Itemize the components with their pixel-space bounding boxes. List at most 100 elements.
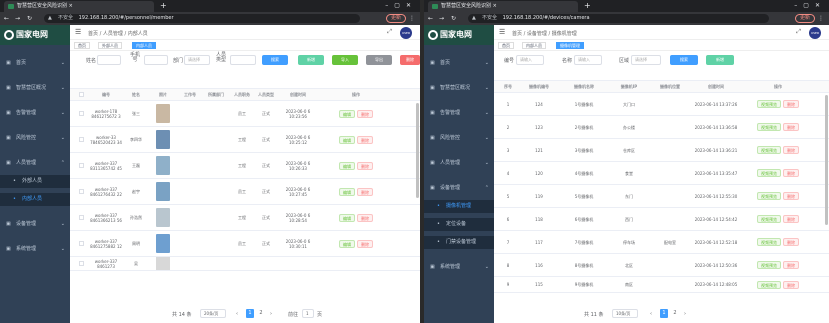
row-delete-button[interactable]: 删除 xyxy=(783,215,799,223)
export-button[interactable]: 导出 xyxy=(366,55,392,65)
hamburger-icon[interactable]: ☰ xyxy=(75,28,81,36)
checkbox[interactable] xyxy=(78,261,84,266)
row-delete-button[interactable]: 删除 xyxy=(783,123,799,131)
name-input[interactable]: 请输入 xyxy=(574,55,602,65)
sidebar-item[interactable]: ▣ 智慧营区概况 ⌄ xyxy=(0,82,70,95)
edit-button[interactable]: 编辑 xyxy=(339,161,355,170)
row-delete-button[interactable]: 删除 xyxy=(783,280,799,289)
sidebar-item[interactable]: ▣ 系统管理 ⌄ xyxy=(424,261,494,274)
sidebar-item[interactable]: • 门禁设备管理 xyxy=(424,236,494,249)
sidebar-item[interactable]: ▣ 人员管理 ⌄ xyxy=(424,157,494,170)
avatar[interactable]: USER xyxy=(400,27,412,39)
video-preview-button[interactable]: 视频预览 xyxy=(757,261,781,269)
sidebar-item[interactable]: ▣ 设备管理 ⌄ xyxy=(0,218,70,231)
sidebar-item[interactable]: ▣ 智慧营区概况 ⌄ xyxy=(424,82,494,95)
sidebar-item[interactable]: • 摄像机管理 xyxy=(424,200,494,213)
edit-button[interactable]: 编辑 xyxy=(339,213,355,222)
page-size-select[interactable]: 10条/页 xyxy=(612,309,638,318)
fullscreen-icon[interactable]: ⤢ xyxy=(387,28,392,36)
row-delete-button[interactable]: 删除 xyxy=(783,100,799,108)
tag-item[interactable]: 内部人员 xyxy=(522,42,546,49)
next-page-icon[interactable]: › xyxy=(270,311,272,317)
search-button[interactable]: 搜索 xyxy=(670,55,698,65)
sidebar-item[interactable]: • 外部人员 xyxy=(0,175,70,188)
tag-item[interactable]: 内部人员 xyxy=(132,42,156,49)
sidebar-item[interactable]: • 内部人员 xyxy=(0,193,70,206)
avatar[interactable]: USER xyxy=(809,27,821,39)
prev-page-icon[interactable]: ‹ xyxy=(650,311,652,317)
back-icon[interactable]: ← xyxy=(428,12,433,25)
reload-icon[interactable]: ↻ xyxy=(451,12,456,25)
row-delete-button[interactable]: 删除 xyxy=(783,261,799,269)
video-preview-button[interactable]: 视频预览 xyxy=(757,146,781,154)
fullscreen-icon[interactable]: ⤢ xyxy=(796,28,801,36)
edit-button[interactable]: 编辑 xyxy=(339,239,355,248)
reload-icon[interactable]: ↻ xyxy=(27,12,32,25)
row-delete-button[interactable]: 删除 xyxy=(357,135,373,144)
url-bar[interactable]: ▲ 不安全 192.168.18.200/#/personnel/member xyxy=(44,14,360,23)
video-preview-button[interactable]: 视频预览 xyxy=(757,238,781,246)
update-button[interactable]: 更新 xyxy=(794,14,815,23)
checkbox[interactable] xyxy=(78,92,84,97)
goto-input[interactable]: 1 xyxy=(302,309,314,318)
checkbox[interactable] xyxy=(78,189,84,194)
checkbox[interactable] xyxy=(78,137,84,142)
row-delete-button[interactable]: 删除 xyxy=(783,146,799,154)
dept-select[interactable]: 请选择 xyxy=(184,55,210,65)
url-bar[interactable]: ▲ 不安全 192.168.18.200/#/devices/camera xyxy=(468,14,769,23)
video-preview-button[interactable]: 视频预览 xyxy=(757,215,781,223)
more-menu-icon[interactable]: ⋮ xyxy=(409,12,415,25)
new-tab-icon[interactable]: + xyxy=(584,0,591,12)
video-preview-button[interactable]: 视频预览 xyxy=(757,192,781,200)
browser-tab[interactable]: 智慧营区安全风险识别 × xyxy=(428,1,578,12)
page-size-select[interactable]: 20条/页 xyxy=(200,309,226,318)
sidebar-item[interactable]: ▣ 首页 ⌄ xyxy=(424,57,494,70)
next-page-icon[interactable]: › xyxy=(684,311,686,317)
delete-button[interactable]: 删除 xyxy=(400,55,420,65)
back-icon[interactable]: ← xyxy=(4,12,9,25)
forward-icon[interactable]: → xyxy=(15,12,20,25)
browser-tab[interactable]: 智慧营区安全风险识别 × xyxy=(4,1,154,12)
tag-item[interactable]: 外部人员 xyxy=(98,42,122,49)
edit-button[interactable]: 编辑 xyxy=(339,187,355,196)
edit-button[interactable]: 编辑 xyxy=(339,109,355,118)
table-scrollbar[interactable] xyxy=(416,103,419,198)
table-scrollbar[interactable] xyxy=(825,95,828,225)
checkbox[interactable] xyxy=(78,241,84,246)
sidebar-item[interactable]: ▣ 人员管理 ⌃ xyxy=(0,157,70,170)
tag-item[interactable]: 摄像机管理 xyxy=(556,42,584,49)
tag-item[interactable]: 首页 xyxy=(498,42,514,49)
row-delete-button[interactable]: 删除 xyxy=(357,239,373,248)
code-input[interactable]: 请输入 xyxy=(516,55,544,65)
checkbox[interactable] xyxy=(78,163,84,168)
page-2[interactable]: 2 xyxy=(671,309,679,318)
hamburger-icon[interactable]: ☰ xyxy=(499,28,505,36)
video-preview-button[interactable]: 视频预览 xyxy=(757,169,781,177)
sidebar-item[interactable]: ▣ 设备管理 ⌃ xyxy=(424,182,494,195)
name-input[interactable] xyxy=(97,55,121,65)
window-controls[interactable]: –▢✕ xyxy=(385,0,417,12)
import-button[interactable]: 导入 xyxy=(332,55,358,65)
page-2[interactable]: 2 xyxy=(257,309,265,318)
row-delete-button[interactable]: 删除 xyxy=(357,161,373,170)
area-select[interactable]: 请选择 xyxy=(631,55,661,65)
add-button[interactable]: 新增 xyxy=(706,55,734,65)
row-delete-button[interactable]: 删除 xyxy=(783,192,799,200)
page-1[interactable]: 1 xyxy=(246,309,254,318)
page-1[interactable]: 1 xyxy=(660,309,668,318)
sidebar-item[interactable]: ▣ 风险管控 ⌄ xyxy=(424,132,494,145)
edit-button[interactable]: 编辑 xyxy=(339,135,355,144)
sidebar-item[interactable]: ▣ 告警管理 ⌄ xyxy=(424,107,494,120)
phone-input[interactable] xyxy=(144,55,168,65)
type-select[interactable] xyxy=(230,55,256,65)
sidebar-item[interactable]: • 定位设备 xyxy=(424,218,494,231)
checkbox[interactable] xyxy=(78,215,84,220)
row-delete-button[interactable]: 删除 xyxy=(357,213,373,222)
update-button[interactable]: 更新 xyxy=(385,14,406,23)
video-preview-button[interactable]: 视频预览 xyxy=(757,123,781,131)
sidebar-item[interactable]: ▣ 首页 ⌄ xyxy=(0,57,70,70)
row-delete-button[interactable]: 删除 xyxy=(783,169,799,177)
sidebar-item[interactable]: ▣ 系统管理 ⌄ xyxy=(0,243,70,256)
row-delete-button[interactable]: 删除 xyxy=(783,238,799,246)
more-menu-icon[interactable]: ⋮ xyxy=(818,12,824,25)
